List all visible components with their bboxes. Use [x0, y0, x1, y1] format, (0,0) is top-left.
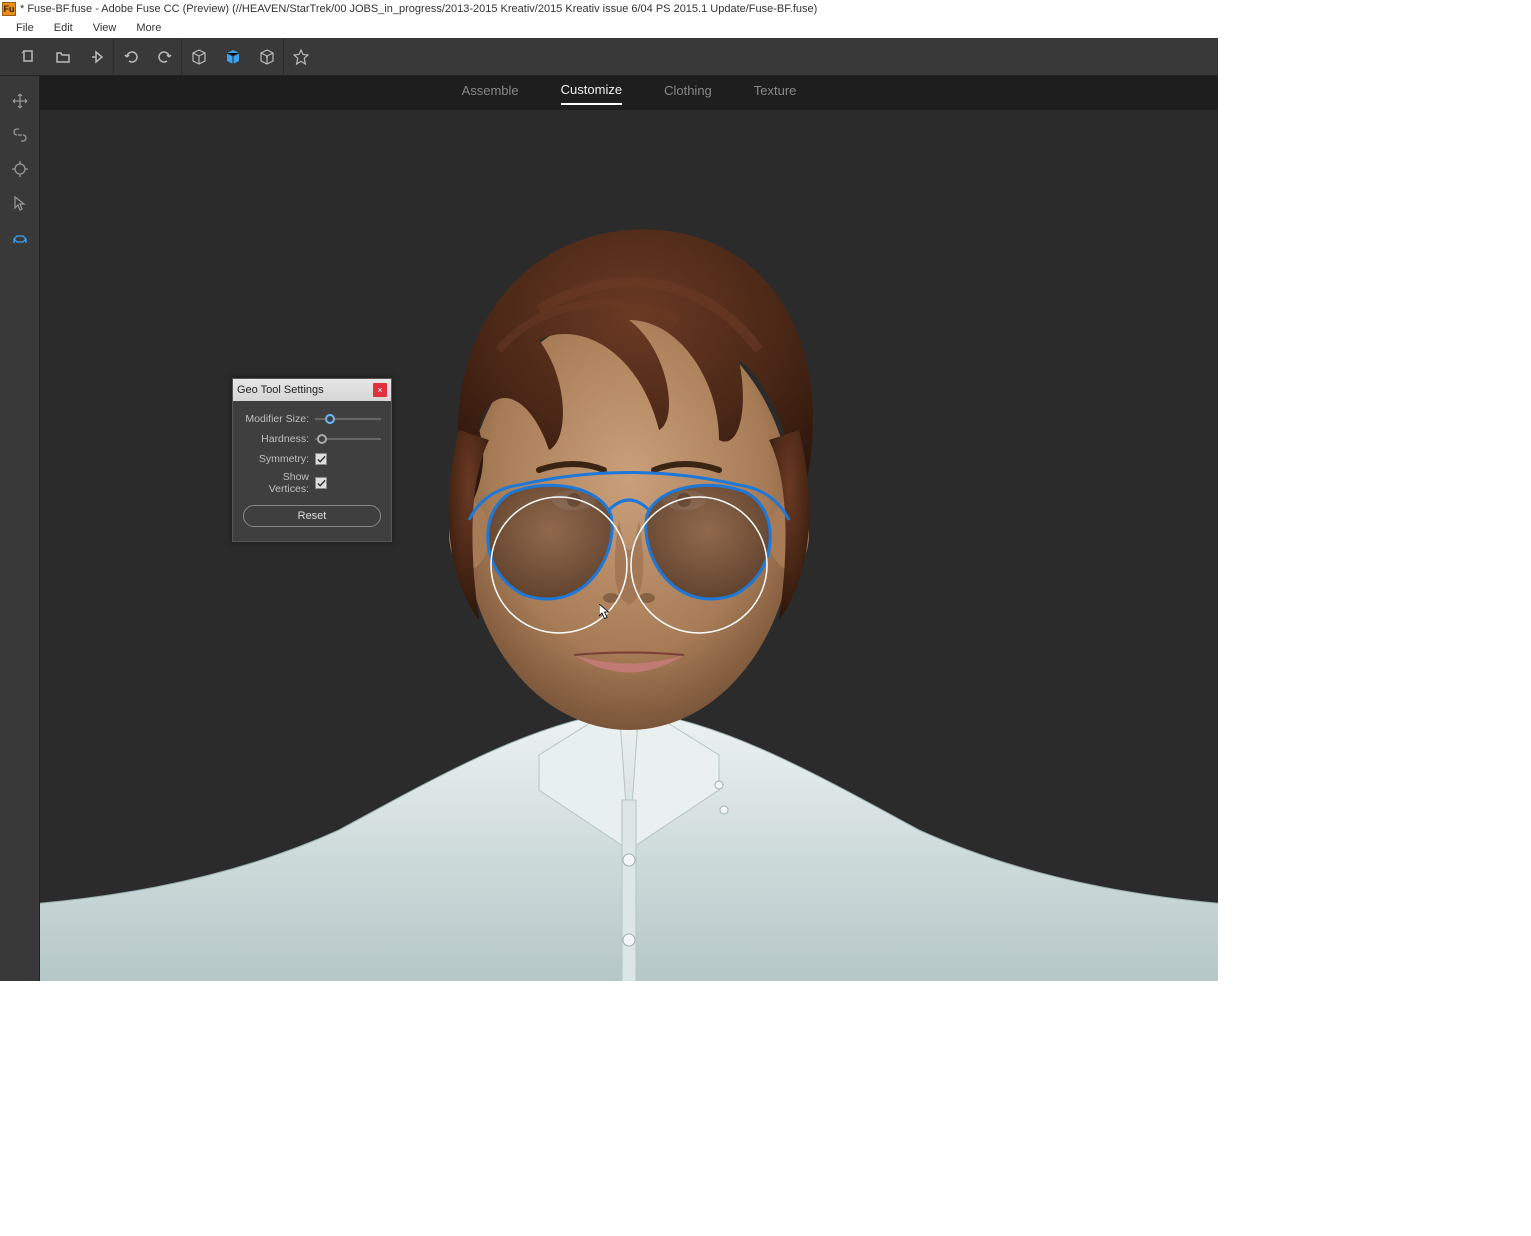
panel-body: Modifier Size: Hardness: Symmetry: — [233, 401, 391, 541]
toolbar-cube-solid-icon[interactable] — [216, 38, 250, 76]
tab-clothing[interactable]: Clothing — [664, 83, 712, 104]
show-vertices-label: Show Vertices: — [243, 471, 315, 495]
close-icon[interactable]: × — [373, 383, 387, 397]
toolbar-cube-wire-icon[interactable] — [182, 38, 216, 76]
app-icon: Fu — [2, 2, 16, 16]
window-title: * Fuse-BF.fuse - Adobe Fuse CC (Preview)… — [20, 3, 817, 15]
reset-button[interactable]: Reset — [243, 505, 381, 527]
title-bar: Fu * Fuse-BF.fuse - Adobe Fuse CC (Previ… — [0, 0, 1531, 18]
hardness-label: Hardness: — [243, 433, 315, 445]
mode-tabs: Assemble Customize Clothing Texture — [40, 76, 1218, 110]
menu-bar: File Edit View More — [0, 18, 1218, 38]
menu-view[interactable]: View — [83, 20, 127, 36]
geo-tool-settings-panel[interactable]: Geo Tool Settings × Modifier Size: Hardn… — [232, 378, 392, 542]
toolbar-export-icon[interactable] — [80, 38, 114, 76]
menu-more[interactable]: More — [126, 20, 171, 36]
show-vertices-checkbox[interactable] — [315, 477, 327, 489]
tab-customize[interactable]: Customize — [561, 82, 622, 105]
rail-geo-tool-icon[interactable] — [0, 220, 40, 254]
panel-title: Geo Tool Settings — [237, 384, 373, 396]
toolbar-star-icon[interactable] — [284, 38, 318, 76]
modifier-size-slider[interactable] — [315, 413, 381, 425]
tab-texture[interactable]: Texture — [754, 83, 797, 104]
rail-pointer-icon[interactable] — [0, 186, 40, 220]
top-toolbar — [0, 38, 1218, 76]
tab-assemble[interactable]: Assemble — [462, 83, 519, 104]
menu-file[interactable]: File — [6, 20, 44, 36]
menu-edit[interactable]: Edit — [44, 20, 83, 36]
toolbar-undo-icon[interactable] — [114, 38, 148, 76]
rail-target-icon[interactable] — [0, 152, 40, 186]
character-model — [40, 150, 1218, 982]
panel-titlebar[interactable]: Geo Tool Settings × — [233, 379, 391, 401]
toolbar-new-icon[interactable] — [12, 38, 46, 76]
3d-viewport[interactable] — [40, 110, 1218, 981]
rail-link-icon[interactable] — [0, 118, 40, 152]
rail-move-icon[interactable] — [0, 84, 40, 118]
toolbar-redo-icon[interactable] — [148, 38, 182, 76]
toolbar-open-icon[interactable] — [46, 38, 80, 76]
app-body: Assemble Customize Clothing Texture — [0, 38, 1218, 981]
hardness-slider[interactable] — [315, 433, 381, 445]
left-tool-rail — [0, 76, 40, 981]
toolbar-cube-textured-icon[interactable] — [250, 38, 284, 76]
modifier-size-label: Modifier Size: — [243, 413, 315, 425]
symmetry-checkbox[interactable] — [315, 453, 327, 465]
symmetry-label: Symmetry: — [243, 453, 315, 465]
